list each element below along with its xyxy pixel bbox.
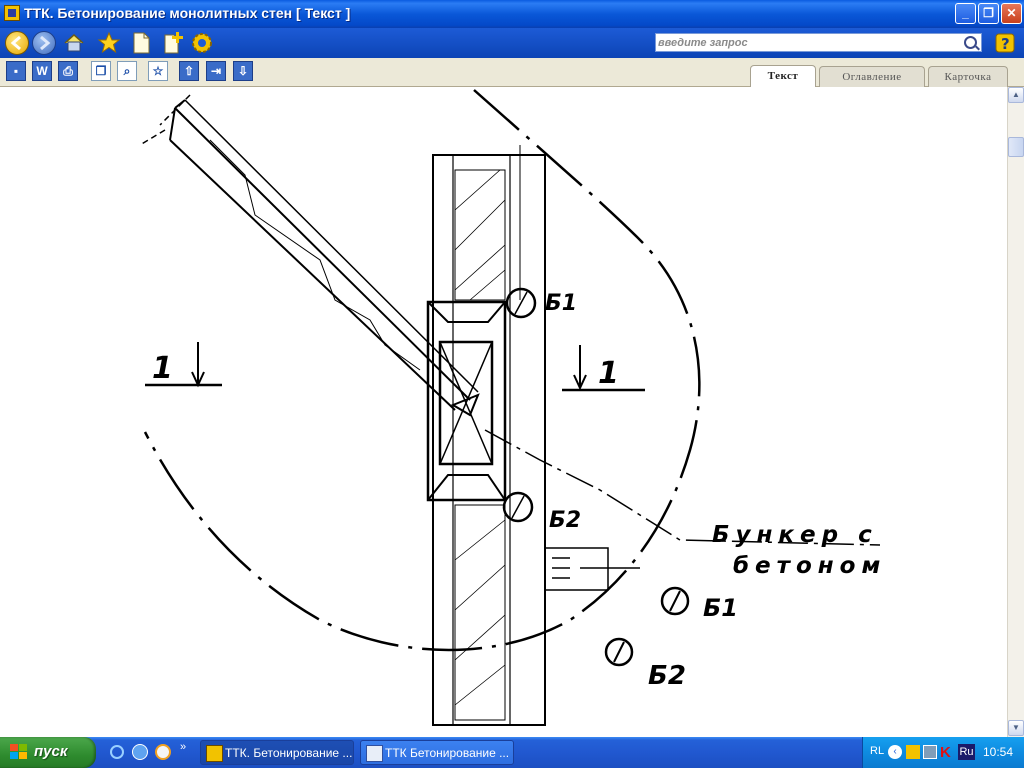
antivirus-k-icon[interactable]: K	[940, 744, 954, 761]
save-icon[interactable]: ▪	[6, 61, 26, 81]
forward-arrow-icon[interactable]	[32, 31, 56, 55]
add-document-icon[interactable]	[161, 31, 185, 55]
back-arrow-icon[interactable]	[5, 31, 29, 55]
scroll-up-button[interactable]: ▲	[1008, 87, 1024, 103]
document-icon	[366, 745, 383, 762]
tray-arrow-icon[interactable]: ‹	[888, 745, 902, 759]
marker-label-b1: Б1	[545, 291, 577, 316]
word-export-icon[interactable]: W	[32, 61, 52, 81]
help-icon[interactable]: ?	[993, 31, 1017, 55]
section-mark-left: 1	[152, 351, 173, 386]
section-mark-right: 1	[598, 356, 619, 391]
clock: 10:54	[982, 745, 1013, 759]
taskbar-item-ttk-1[interactable]: ТТК. Бетонирование ...	[200, 740, 354, 765]
print-preview-icon[interactable]: ⌕	[117, 61, 137, 81]
search-icon[interactable]	[964, 36, 977, 49]
minimize-button[interactable]: _	[955, 3, 976, 24]
tab-text[interactable]: Текст	[750, 65, 816, 87]
copy-icon[interactable]: ❐	[91, 61, 111, 81]
legend-label-b1: Б1	[703, 594, 738, 622]
quicklaunch-media-icon[interactable]	[155, 744, 171, 760]
taskbar-item-label: ТТК. Бетонирование ...	[225, 746, 353, 760]
app-icon	[206, 745, 223, 762]
start-button[interactable]: пуск	[0, 737, 96, 768]
language-indicator[interactable]: RL	[870, 745, 884, 757]
title-bar: ТТК. Бетонирование монолитных стен [ Тек…	[0, 0, 1024, 28]
quicklaunch-ie-icon[interactable]	[132, 744, 148, 760]
favorites-star-icon[interactable]	[97, 31, 121, 55]
quicklaunch-more-icon[interactable]: »	[180, 741, 186, 753]
marker-label-b2: Б2	[549, 508, 581, 533]
technical-drawing: 1 1 Б1 Б2 Бункер с бетоном Б1 Б2	[139, 89, 886, 726]
scroll-down-button[interactable]: ▼	[1008, 720, 1024, 736]
vertical-scrollbar[interactable]: ▲ ▼	[1007, 87, 1024, 737]
tab-card[interactable]: Карточка	[928, 66, 1008, 87]
quicklaunch-search-icon[interactable]	[110, 745, 124, 759]
windows-logo-icon	[10, 744, 28, 761]
legend-label-b2: Б2	[648, 661, 686, 691]
network-icon[interactable]	[923, 745, 937, 759]
app-icon	[4, 5, 20, 21]
maximize-button[interactable]: ❐	[978, 3, 999, 24]
language-badge[interactable]: Ru	[958, 744, 975, 760]
bunker-label-line2: бетоном	[733, 553, 886, 579]
bookmark-star-icon[interactable]: ☆	[148, 61, 168, 81]
settings-gear-icon[interactable]	[190, 31, 214, 55]
print-icon[interactable]: ⎙	[58, 61, 78, 81]
search-box	[655, 33, 982, 52]
svg-text:?: ?	[1001, 35, 1010, 53]
bunker-label-line1: Бункер с	[712, 522, 878, 548]
tray-app-icon[interactable]	[906, 745, 920, 759]
scroll-bottom-icon[interactable]: ⇩	[233, 61, 253, 81]
taskbar-item-ttk-2[interactable]: ТТК Бетонирование ...	[360, 740, 514, 765]
document-content: 1 1 Б1 Б2 Бункер с бетоном Б1 Б2	[0, 87, 1007, 737]
search-input[interactable]	[658, 35, 958, 50]
window-title: ТТК. Бетонирование монолитных стен [ Тек…	[24, 5, 351, 21]
document-icon[interactable]	[129, 31, 153, 55]
close-button[interactable]: ✕	[1001, 3, 1022, 24]
taskbar-item-label: ТТК Бетонирование ...	[385, 746, 510, 760]
taskbar: пуск » ТТК. Бетонирование ... ТТК Бетони…	[0, 737, 1024, 768]
scroll-thumb[interactable]	[1008, 137, 1024, 157]
scroll-top-icon[interactable]: ⇧	[179, 61, 199, 81]
home-icon[interactable]	[62, 31, 86, 55]
go-to-icon[interactable]: ⇥	[206, 61, 226, 81]
start-label: пуск	[34, 743, 68, 760]
system-tray: RL ‹ K Ru 10:54	[862, 737, 1024, 768]
tab-contents[interactable]: Оглавление	[819, 66, 925, 87]
